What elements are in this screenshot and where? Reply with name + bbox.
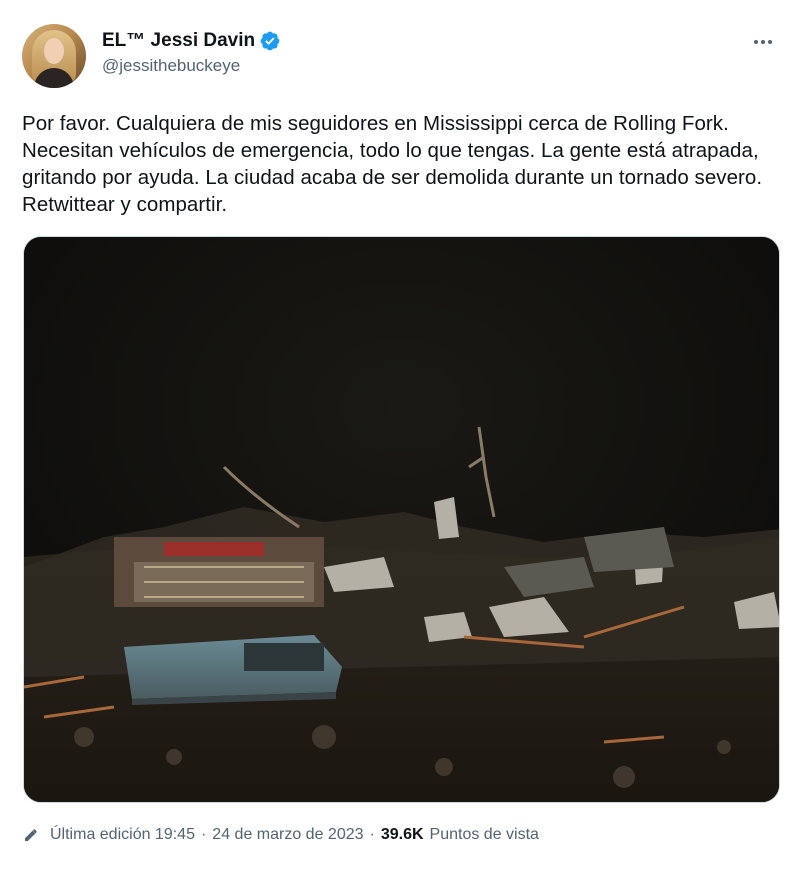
avatar-face xyxy=(44,38,64,64)
edited-label[interactable]: Última edición 19:45 xyxy=(50,826,195,844)
meta-separator: · xyxy=(369,826,375,843)
tweet-card: EL™ Jessi Davin @jessithebuckeye Por fav… xyxy=(0,0,800,872)
tweet-header: EL™ Jessi Davin @jessithebuckeye xyxy=(22,24,782,94)
views-count[interactable]: 39.6K xyxy=(381,826,424,844)
edit-pencil-icon xyxy=(25,829,37,841)
views-label: Puntos de vista xyxy=(429,826,539,843)
author-names: EL™ Jessi Davin @jessithebuckeye xyxy=(102,28,281,76)
tweet-meta: Última edición 19:45 · 24 de marzo de 20… xyxy=(22,826,539,844)
avatar[interactable] xyxy=(22,24,86,88)
verified-badge-icon xyxy=(260,31,280,51)
display-name[interactable]: EL™ Jessi Davin xyxy=(102,30,255,52)
more-options-icon[interactable] xyxy=(748,30,778,54)
tornado-debris-photo-icon xyxy=(24,237,779,802)
tweet-date[interactable]: 24 de marzo de 2023 xyxy=(212,826,363,844)
meta-separator: · xyxy=(200,826,207,843)
tweet-photo[interactable] xyxy=(23,236,780,803)
tweet-text: Por favor. Cualquiera de mis seguidores … xyxy=(22,112,763,216)
handle[interactable]: @jessithebuckeye xyxy=(102,56,281,76)
